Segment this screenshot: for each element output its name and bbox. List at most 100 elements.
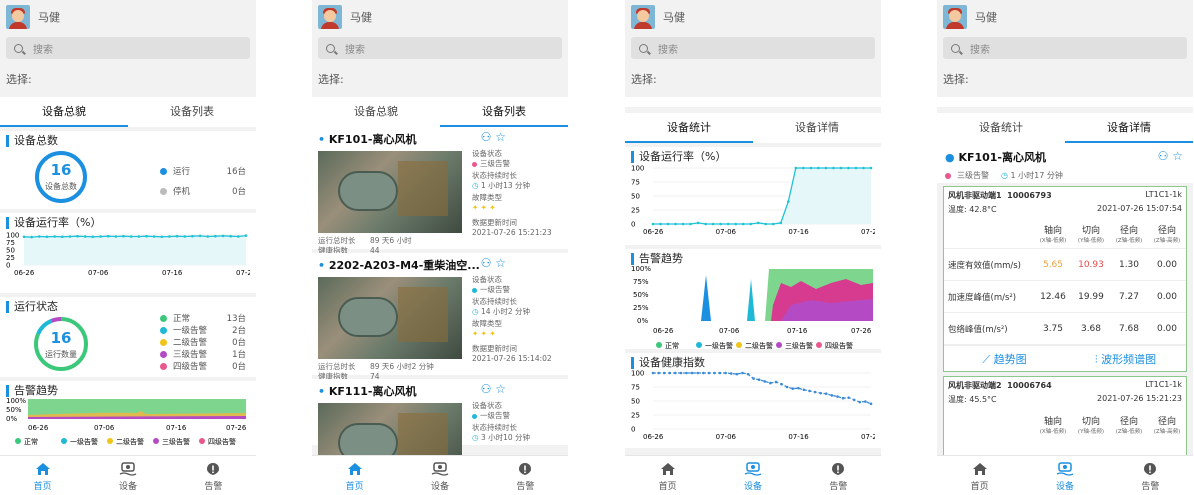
fault-label: 故障类型 [472,193,502,202]
data-point [817,166,820,170]
data-point [114,235,118,238]
user-icon[interactable]: ⚇ [1158,149,1169,163]
tab-device-stats[interactable]: 设备统计 [625,113,753,143]
data-point [809,166,813,170]
sensor-header-row: 轴向 (X轴-低频) 切向 (Y轴-低频) 径向 (Z轴-低频) 径向 (Z轴-高频) [944,219,1186,249]
legend-dot [816,342,822,348]
home-icon [972,463,987,475]
status-label: 设备状态 [472,149,502,158]
data-point [183,235,187,238]
duration-value: 3 小时10 分钟 [480,433,531,442]
health-chart: 100 75 50 25 0 06-26 07-06 07-16 07-26 [631,370,875,442]
tab-overview[interactable]: 设备总貌 [312,97,440,127]
nav-home[interactable]: 首页 [625,456,710,495]
data-point [152,235,156,238]
trend-button[interactable]: ⟋ 趋势图 [944,351,1065,367]
tab-bar: 设备总貌 设备列表 [0,97,256,127]
avatar[interactable] [318,4,342,29]
tick-label: 07-06 [88,269,109,277]
device-icon [744,462,762,476]
search-input[interactable]: 搜索 [631,37,875,59]
legend-label: 四级告警 [208,437,236,446]
nav-alarm[interactable]: 告警 [1108,456,1193,495]
data-point [787,200,790,203]
legend-label: 正常 [173,314,191,324]
data-point [719,222,722,226]
data-point [175,234,179,238]
user-icon[interactable]: ⚇ [481,256,492,270]
device-card[interactable]: • KF111-离心风机 ⚇ ☆ 设备状态 一级告警 状态持续时长 ◷ 3 小时10 分钟 [312,379,568,485]
tick-label: 07-06 [716,433,737,441]
tab-device-detail[interactable]: 设备详情 [753,113,881,143]
sensor-card-1: 风机非驱动端1 10006793 LT1C1-1k 温度: 42.8°C 2021-… [943,186,1187,372]
star-icon[interactable]: ☆ [495,256,506,270]
col-header: 径向 [1157,226,1176,236]
search-input[interactable]: 搜索 [318,37,562,59]
alarm-trend-card: 告警趋势 100% 50% 0% 06-26 07-06 07-16 07-26… [0,381,256,459]
home-icon [660,463,675,475]
data-point [862,166,865,170]
data-point [53,235,56,238]
nav-alarm[interactable]: 告警 [483,456,568,495]
device-title[interactable]: ● KF101-离心风机 [945,149,1185,165]
data-point [60,235,64,239]
nav-home[interactable]: 首页 [0,456,85,495]
avatar[interactable] [943,4,967,29]
tick-label: 50% [633,291,649,299]
star-icon[interactable]: ☆ [495,130,506,144]
tab-device-list[interactable]: 设备列表 [440,97,568,127]
search-input[interactable]: 搜索 [6,37,250,59]
nav-home[interactable]: 首页 [937,456,1022,495]
select-label[interactable]: 选择: [625,63,881,89]
select-label[interactable]: 选择: [312,63,568,89]
nav-device[interactable]: 设备 [397,456,482,495]
select-label[interactable]: 选择: [0,63,256,89]
clock-icon: ◷ [472,181,479,190]
tab-device-list[interactable]: 设备列表 [128,97,256,127]
avatar[interactable] [631,4,655,29]
data-point [749,222,753,226]
user-icon[interactable]: ⚇ [481,130,492,144]
data-point [685,371,688,375]
tab-device-stats[interactable]: 设备统计 [937,113,1065,143]
tick-label: 50 [631,193,640,201]
nav-home[interactable]: 首页 [312,456,397,495]
total-sub: 设备总数 [45,182,77,191]
nav-device[interactable]: 设备 [710,456,795,495]
search-placeholder: 搜索 [345,44,365,56]
waveform-button[interactable]: ⫶ 波形频谱图 [1065,351,1186,367]
nav-alarm[interactable]: 告警 [796,456,881,495]
nav-device[interactable]: 设备 [1022,456,1107,495]
tab-overview[interactable]: 设备总貌 [0,97,128,127]
search-icon [951,43,960,53]
rate-card: 设备运行率（%） 100 75 50 25 0 06-26 07-06 07-16 07-26 [625,147,881,245]
star-icon[interactable]: ☆ [495,382,506,396]
data-point [651,371,655,375]
status-value: 一级告警 [480,411,510,420]
data-point [858,400,862,404]
status-label: 设备状态 [472,275,502,284]
data-point [30,235,33,239]
search-input[interactable]: 搜索 [943,37,1187,59]
tick-label: 25% [633,304,649,312]
data-point [852,398,856,402]
select-label[interactable]: 选择: [937,63,1193,89]
data-point [702,371,705,375]
tab-device-detail[interactable]: 设备详情 [1065,113,1193,143]
device-card[interactable]: • 2202-A203-M4-重柴油空... ⚇ ☆ 设备状态 一级告警 状态持续时长 ◷… [312,253,568,381]
nav-alarm[interactable]: 告警 [171,456,256,495]
button-label: 趋势图 [993,352,1027,366]
user-icon[interactable]: ⚇ [481,382,492,396]
data-point [797,386,800,390]
update-value: 2021-07-26 15:21:23 [472,228,552,237]
device-card[interactable]: • KF101-离心风机 ⚇ ☆ 设备状态 三级告警 状态持续时长 ◷ 1 小时13 分钟… [312,127,568,255]
data-point [713,371,716,375]
star-icon[interactable]: ☆ [1172,149,1183,163]
duration-label: 状态持续时长 [472,423,517,432]
avatar[interactable] [6,4,30,29]
card-title: 设备健康指数 [631,357,875,369]
status-legend-row: 二级告警 0台 [160,336,246,348]
nav-device[interactable]: 设备 [85,456,170,495]
data-point [168,235,171,238]
data-point [764,222,768,226]
